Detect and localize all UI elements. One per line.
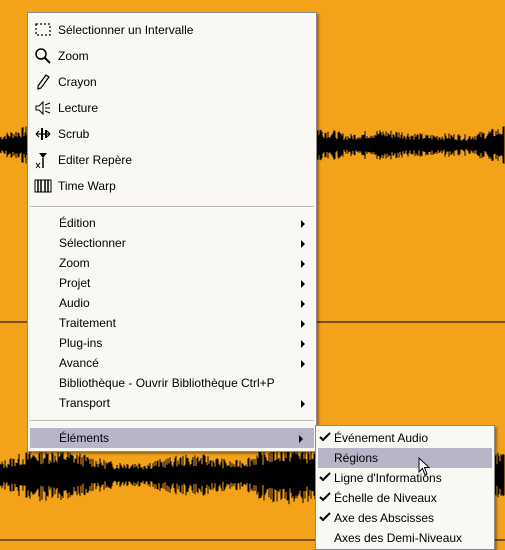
elements-submenu: Événement Audio Régions Ligne d'Informat…: [315, 425, 495, 550]
submenu-item-label: Axe des Abscisses: [334, 511, 435, 525]
tool-label: Editer Repère: [58, 153, 133, 167]
menu-item-label: Avancé: [59, 356, 99, 370]
menu-item-select[interactable]: Sélectionner: [28, 233, 316, 253]
submenu-item-label: Régions: [334, 451, 379, 465]
tool-edit-marker[interactable]: Editer Repère: [28, 147, 316, 173]
menu-item-label: Plug-ins: [59, 336, 103, 350]
tool-label: Scrub: [58, 127, 90, 141]
submenu-item-label: Événement Audio: [334, 431, 429, 445]
checkmark-icon: [319, 432, 331, 442]
menu-item-advanced[interactable]: Avancé: [28, 353, 316, 373]
submenu-item-x-axis[interactable]: Axe des Abscisses: [316, 508, 494, 528]
menu-item-transport[interactable]: Transport: [28, 393, 316, 413]
marker-icon: [35, 153, 47, 169]
menu-item-label: Audio: [59, 296, 90, 310]
menu-item-library[interactable]: Bibliothèque - Ouvrir Bibliothèque Ctrl+…: [28, 373, 316, 393]
tool-range-select[interactable]: Sélectionner un Intervalle: [28, 17, 316, 43]
tool-pencil[interactable]: Crayon: [28, 69, 316, 95]
submenu-item-audio-event[interactable]: Événement Audio: [316, 428, 494, 448]
submenu-arrow-icon: [301, 260, 305, 268]
submenu-arrow-icon: [299, 435, 303, 443]
magnifier-icon: [35, 48, 51, 64]
menu-item-label: Traitement: [59, 316, 116, 330]
menu-item-label: Bibliothèque - Ouvrir Bibliothèque: [59, 376, 238, 390]
menu-item-edition[interactable]: Édition: [28, 213, 316, 233]
scrub-icon: [35, 128, 51, 140]
submenu-item-level-scale[interactable]: Échelle de Niveaux: [316, 488, 494, 508]
checkmark-icon: [319, 492, 331, 502]
menu-item-elements[interactable]: Éléments: [30, 428, 314, 448]
shortcut-label: Ctrl+P: [241, 376, 275, 390]
context-menu: Sélectionner un Intervalle Zoom Crayon L…: [27, 12, 317, 452]
menu-item-label: Projet: [59, 276, 91, 290]
tool-time-warp[interactable]: Time Warp: [28, 173, 316, 199]
mouse-cursor-icon: [418, 457, 431, 476]
menu-item-label: Transport: [59, 396, 110, 410]
menu-item-label: Zoom: [59, 256, 90, 270]
tool-label: Zoom: [58, 49, 89, 63]
checkmark-icon: [319, 472, 331, 482]
submenu-item-info-line[interactable]: Ligne d'Informations: [316, 468, 494, 488]
tool-play[interactable]: Lecture: [28, 95, 316, 121]
tool-label: Crayon: [58, 75, 97, 89]
submenu-arrow-icon: [301, 280, 305, 288]
tool-zoom[interactable]: Zoom: [28, 43, 316, 69]
menu-separator: [30, 420, 314, 422]
checkmark-icon: [319, 512, 331, 522]
menu-item-label: Éléments: [59, 431, 110, 445]
speaker-icon: [35, 100, 51, 116]
submenu-arrow-icon: [301, 220, 305, 228]
submenu-arrow-icon: [301, 300, 305, 308]
time-warp-icon: [34, 179, 52, 193]
range-select-icon: [35, 23, 51, 36]
menu-item-audio[interactable]: Audio: [28, 293, 316, 313]
submenu-arrow-icon: [301, 360, 305, 368]
submenu-arrow-icon: [301, 340, 305, 348]
menu-item-label: Édition: [59, 216, 96, 230]
menu-item-zoom[interactable]: Zoom: [28, 253, 316, 273]
submenu-item-regions[interactable]: Régions: [318, 448, 492, 468]
submenu-arrow-icon: [301, 320, 305, 328]
pencil-icon: [37, 74, 50, 90]
tool-label: Lecture: [58, 101, 99, 115]
submenu-arrow-icon: [301, 240, 305, 248]
tool-label: Sélectionner un Intervalle: [58, 23, 194, 37]
submenu-item-half-levels[interactable]: Axes des Demi-Niveaux: [316, 528, 494, 548]
tool-scrub[interactable]: Scrub: [28, 121, 316, 147]
menu-item-processing[interactable]: Traitement: [28, 313, 316, 333]
menu-item-project[interactable]: Projet: [28, 273, 316, 293]
submenu-item-label: Échelle de Niveaux: [334, 491, 437, 505]
submenu-item-label: Axes des Demi-Niveaux: [334, 531, 463, 545]
menu-item-label: Sélectionner: [59, 236, 126, 250]
menu-item-plugins[interactable]: Plug-ins: [28, 333, 316, 353]
menu-separator: [30, 206, 314, 208]
tool-label: Time Warp: [58, 179, 116, 193]
submenu-arrow-icon: [301, 400, 305, 408]
